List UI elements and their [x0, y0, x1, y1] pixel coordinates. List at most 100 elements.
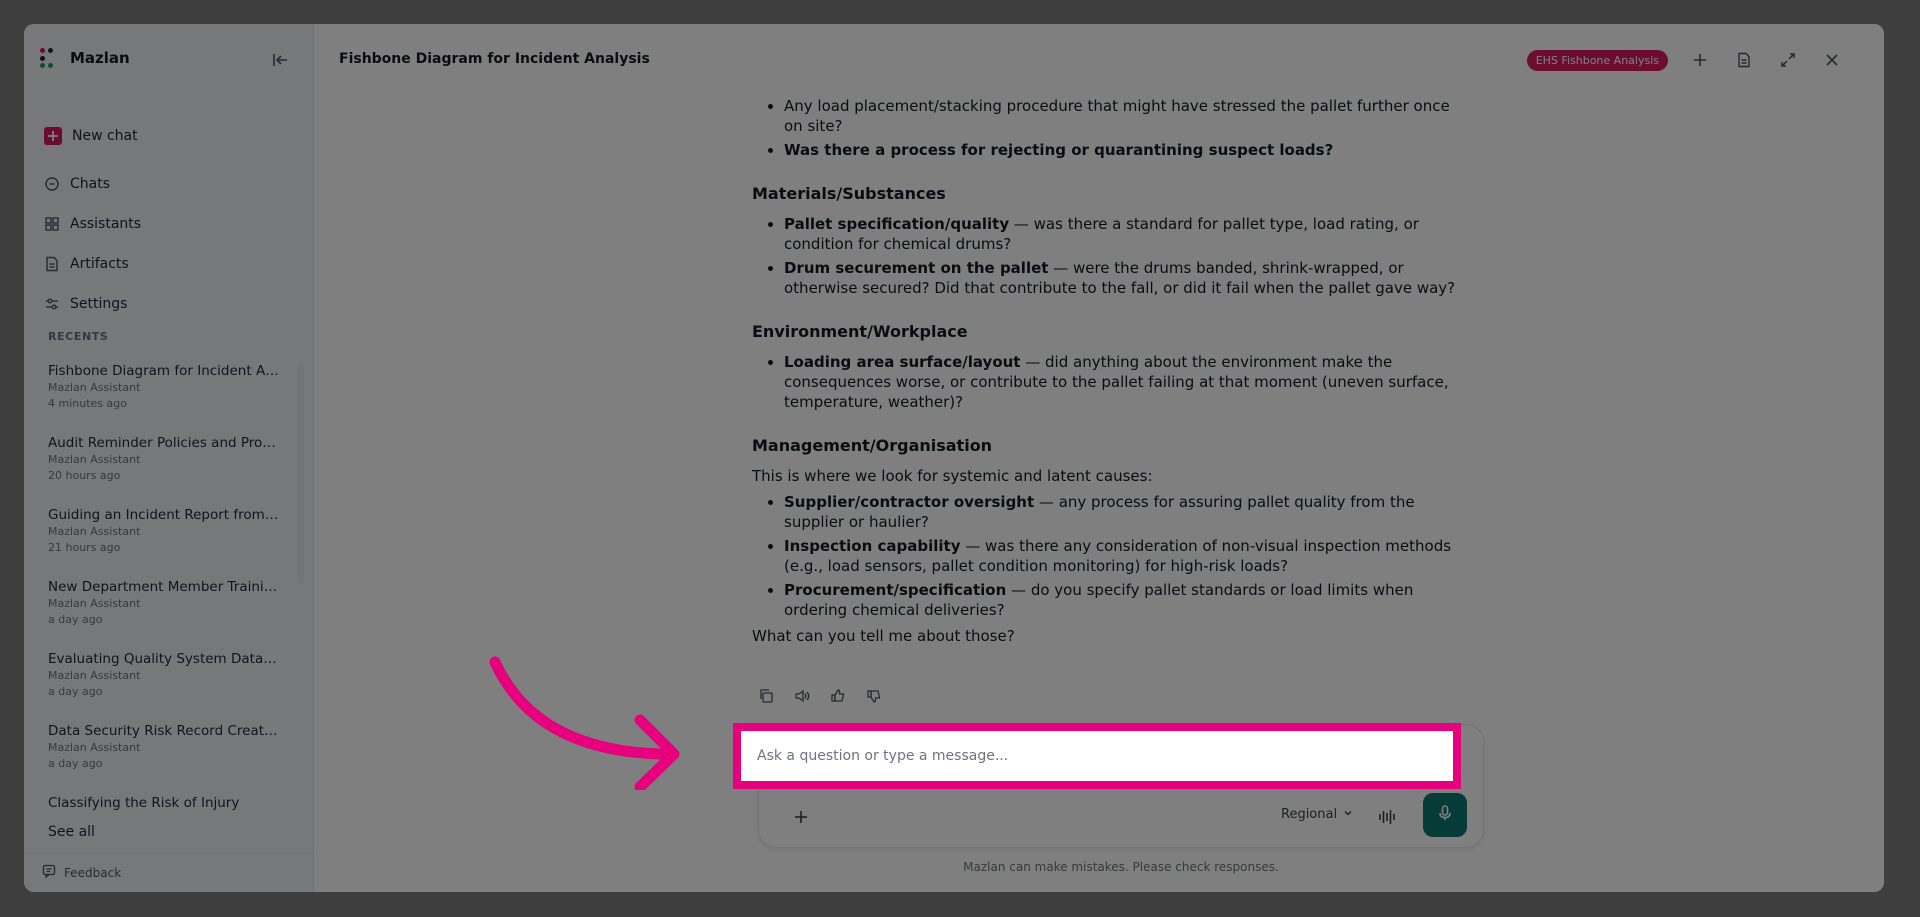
- bullet-bold: Was there a process for rejecting or qua…: [784, 141, 1334, 159]
- recents-list: Fishbone Diagram for Incident An... Mazl…: [48, 362, 298, 866]
- region-label: Regional: [1281, 807, 1338, 822]
- expand-icon[interactable]: [1776, 48, 1800, 72]
- message-actions: [758, 688, 884, 706]
- bullet-list: Pallet specification/quality — was there…: [784, 214, 1472, 298]
- plus-icon[interactable]: [1688, 48, 1712, 72]
- list-item: Inspection capability — was there any co…: [784, 536, 1472, 576]
- new-chat-button[interactable]: New chat: [42, 116, 296, 156]
- recent-chat-time: a day ago: [48, 757, 103, 770]
- tutorial-arrow-icon: [489, 656, 680, 790]
- see-all-link[interactable]: See all: [48, 824, 95, 840]
- recent-chat-title: Fishbone Diagram for Incident An...: [48, 363, 280, 379]
- sliders-icon: [44, 296, 60, 312]
- section-heading: Management/Organisation: [752, 436, 993, 455]
- section-heading: Materials/Substances: [752, 184, 946, 203]
- close-icon[interactable]: [1820, 48, 1844, 72]
- attach-plus-icon[interactable]: [789, 805, 813, 829]
- recent-chat-assistant: Mazlan Assistant: [48, 453, 141, 466]
- sidebar-item-label: Settings: [70, 296, 128, 312]
- recent-chat-title: Classifying the Risk of Injury: [48, 795, 240, 811]
- list-item: Supplier/contractor oversight — any proc…: [784, 492, 1472, 532]
- chat-title: Fishbone Diagram for Incident Analysis: [339, 51, 650, 67]
- recents-scrollbar[interactable]: [298, 364, 304, 584]
- grid-icon: [44, 216, 60, 232]
- recent-chat-item[interactable]: Audit Reminder Policies and Proc... Mazl…: [48, 434, 298, 506]
- section-heading: Environment/Workplace: [752, 322, 968, 341]
- copy-icon[interactable]: [758, 688, 776, 706]
- list-item: Loading area surface/layout — did anythi…: [784, 352, 1472, 412]
- recent-chat-assistant: Mazlan Assistant: [48, 597, 141, 610]
- chat-bubble-icon: [44, 176, 60, 192]
- recent-chat-assistant: Mazlan Assistant: [48, 669, 141, 682]
- recent-chat-time: 4 minutes ago: [48, 397, 127, 410]
- sidebar-item-label: Assistants: [70, 216, 142, 232]
- header-actions: EHS Fishbone Analysis: [1526, 48, 1844, 72]
- new-chat-label: New chat: [72, 128, 138, 144]
- list-item: Any load placement/stacking procedure th…: [784, 96, 1472, 136]
- speaker-icon[interactable]: [794, 688, 812, 706]
- sidebar-item-label: Chats: [70, 176, 111, 192]
- sidebar-nav: New chat Chats Assistants Artifacts Sett…: [42, 116, 296, 324]
- collapse-sidebar-icon[interactable]: [268, 48, 292, 72]
- recent-chat-item[interactable]: Guiding an Incident Report from I... Maz…: [48, 506, 298, 578]
- bullet-list: Supplier/contractor oversight — any proc…: [784, 492, 1472, 620]
- assistant-message: Any load placement/stacking procedure th…: [752, 96, 1472, 646]
- recents-heading: RECENTS: [48, 330, 109, 343]
- brand-name: Mazlan: [70, 49, 130, 67]
- sidebar-item-settings[interactable]: Settings: [42, 284, 296, 324]
- microphone-button[interactable]: [1423, 793, 1467, 837]
- highlighted-input-field[interactable]: [749, 739, 1439, 773]
- sidebar-item-chats[interactable]: Chats: [42, 164, 296, 204]
- highlighted-message-input: [733, 723, 1461, 789]
- recent-chat-title: New Department Member Trainin...: [48, 579, 280, 595]
- sidebar-item-label: Artifacts: [70, 256, 129, 272]
- recent-chat-item[interactable]: New Department Member Trainin... Mazlan …: [48, 578, 298, 650]
- closing-question: What can you tell me about those?: [752, 627, 1015, 645]
- recent-chat-time: 21 hours ago: [48, 541, 121, 554]
- recent-chat-item[interactable]: Evaluating Quality System Data S... Mazl…: [48, 650, 298, 722]
- bullet-bold: Inspection capability: [784, 537, 961, 555]
- bullet-bold: Loading area surface/layout: [784, 353, 1021, 371]
- bullet-bold: Supplier/contractor oversight: [784, 493, 1035, 511]
- disclaimer: Mazlan can make mistakes. Please check r…: [963, 860, 1279, 874]
- feedback-button[interactable]: Feedback: [24, 852, 314, 892]
- list-item: Was there a process for rejecting or qua…: [784, 140, 1472, 160]
- feedback-icon: [42, 864, 56, 881]
- region-selector[interactable]: Regional: [1281, 807, 1353, 822]
- assistant-badge[interactable]: EHS Fishbone Analysis: [1526, 49, 1668, 71]
- bullet-list: Any load placement/stacking procedure th…: [784, 96, 1472, 160]
- sidebar-item-artifacts[interactable]: Artifacts: [42, 244, 296, 284]
- recent-chat-assistant: Mazlan Assistant: [48, 525, 141, 538]
- recent-chat-title: Guiding an Incident Report from I...: [48, 507, 280, 523]
- sidebar-item-assistants[interactable]: Assistants: [42, 204, 296, 244]
- document-icon: [44, 256, 60, 272]
- thumbs-up-icon[interactable]: [830, 688, 848, 706]
- voice-wave-icon[interactable]: [1373, 803, 1401, 831]
- microphone-icon: [1436, 804, 1454, 826]
- recent-chat-title: Evaluating Quality System Data S...: [48, 651, 280, 667]
- recent-chat-assistant: Mazlan Assistant: [48, 741, 141, 754]
- recent-chat-item[interactable]: Fishbone Diagram for Incident An... Mazl…: [48, 362, 298, 434]
- recent-chat-title: Audit Reminder Policies and Proc...: [48, 435, 280, 451]
- thumbs-down-icon[interactable]: [866, 688, 884, 706]
- bullet-bold: Procurement/specification: [784, 581, 1007, 599]
- chevron-down-icon: [1343, 807, 1353, 822]
- bullet-text: Any load placement/stacking procedure th…: [784, 97, 1450, 135]
- bullet-list: Loading area surface/layout — did anythi…: [784, 352, 1472, 412]
- recent-chat-time: 20 hours ago: [48, 469, 121, 482]
- list-item: Drum securement on the pallet — were the…: [784, 258, 1472, 298]
- list-item: Pallet specification/quality — was there…: [784, 214, 1472, 254]
- logo-icon: [40, 48, 60, 68]
- plus-icon: [44, 127, 62, 145]
- bullet-bold: Pallet specification/quality: [784, 215, 1010, 233]
- brand[interactable]: Mazlan: [40, 48, 130, 68]
- document-icon[interactable]: [1732, 48, 1756, 72]
- recent-chat-title: Data Security Risk Record Creati...: [48, 723, 280, 739]
- section-intro: This is where we look for systemic and l…: [752, 467, 1153, 485]
- feedback-label: Feedback: [64, 865, 122, 880]
- chat-header: Fishbone Diagram for Incident Analysis E…: [314, 24, 1884, 96]
- recent-chat-item[interactable]: Data Security Risk Record Creati... Mazl…: [48, 722, 298, 794]
- sidebar: Mazlan New chat Chats Assistants Artifac…: [24, 24, 314, 892]
- recent-chat-assistant: Mazlan Assistant: [48, 381, 141, 394]
- recent-chat-time: a day ago: [48, 685, 103, 698]
